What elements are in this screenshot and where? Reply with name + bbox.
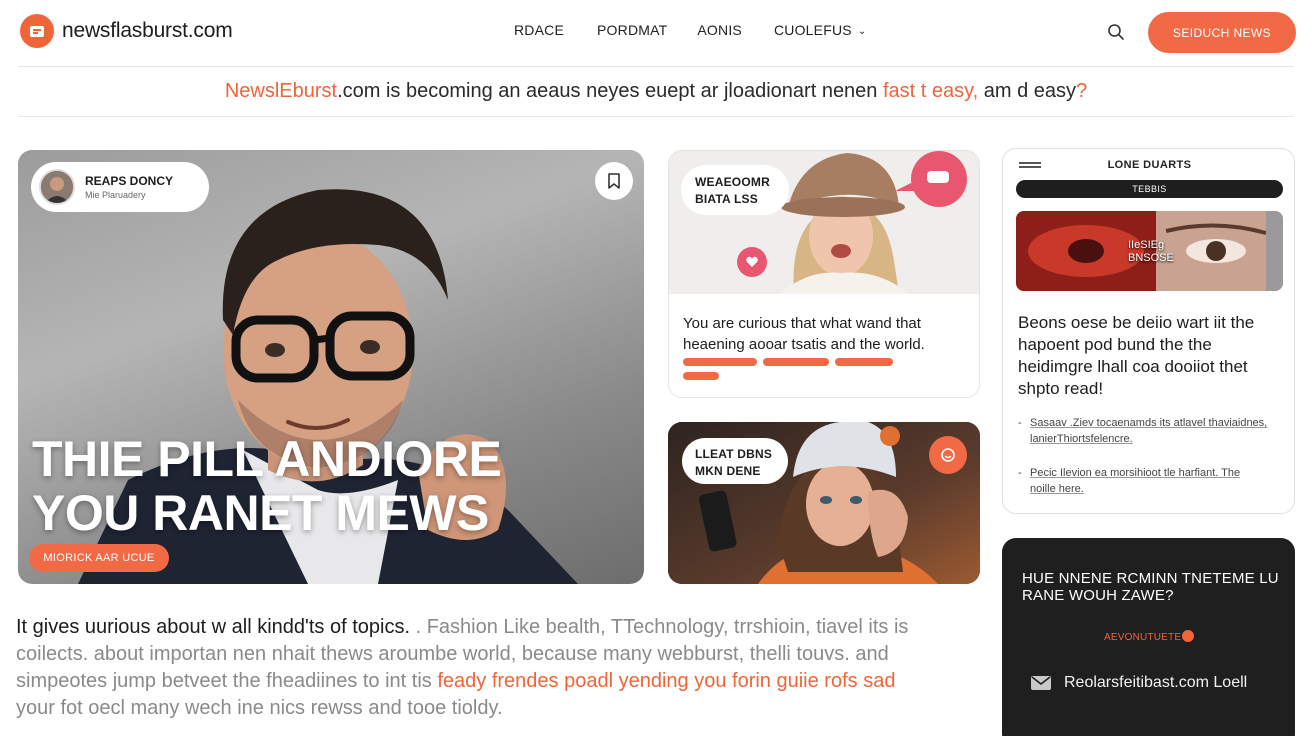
hero-headline: THIE PILL ANDIORE YOU RANET MEWS [32, 432, 632, 540]
tag-chip[interactable] [683, 372, 719, 380]
hero-read-more-button[interactable]: MIORICK AAR UCUE [29, 544, 169, 572]
latest-panel-links: Sasaav .Ziev tocaenamds its atlavel thav… [1018, 415, 1283, 515]
tagline-qmark: ? [1076, 80, 1088, 102]
latest-panel: LONE DUARTS TEBBIS IIeSIEg BNSOSE Beons … [1002, 148, 1295, 514]
search-icon[interactable] [1105, 21, 1127, 43]
intro-line-4: your fot oecl many wech ine nics rewss a… [16, 697, 503, 719]
latest-panel-tab[interactable]: TEBBIS [1016, 180, 1283, 198]
story-card-1[interactable]: WEAEOOMR BIATA LSS You are curious that … [668, 150, 980, 398]
site-header: newsflasburst.com RDACE PORDMAT AONIS CU… [0, 0, 1312, 64]
story-card-1-label: WEAEOOMR BIATA LSS [681, 165, 789, 215]
tagline-divider [18, 116, 1294, 117]
newsletter-card: HUE NNENE RCMINN TNETEME LU RANE WOUH ZA… [1002, 538, 1295, 736]
chevron-down-icon: ⌄ [857, 26, 867, 37]
nav-item-4[interactable]: CUOLEFUS ⌄ [774, 22, 866, 38]
latest-link-2-line-2: noille here. [1030, 483, 1084, 495]
intro-paragraph: It gives uurious about w all kindd'ts of… [16, 614, 986, 722]
story-card-1-text: You are curious that what wand that heae… [683, 313, 973, 355]
search-news-button[interactable]: SEIDUCH NEWS [1148, 12, 1296, 53]
story-card-1-text-line-2: heaening aooar tsatis and the world. [683, 336, 925, 353]
author-info: REAPS DONCY Mie Plaruadery [85, 174, 173, 200]
logo-text: newsflasburst.com [62, 19, 233, 42]
latest-panel-heading: LONE DUARTS [1107, 159, 1192, 171]
latest-panel-image-label: IIeSIEg BNSOSE [1128, 239, 1174, 265]
hero-headline-line-2: YOU RANET MEWS [32, 485, 489, 541]
tagline-text: .com is becoming an aeaus neyes euept ar… [337, 80, 883, 102]
latest-link-1[interactable]: Sasaav .Ziev tocaenamds its atlavel thav… [1018, 415, 1283, 447]
author-subtitle: Mie Plaruadery [85, 190, 146, 200]
logo[interactable]: newsflasburst.com [20, 14, 233, 48]
tag-chip[interactable] [835, 358, 893, 366]
tag-chip[interactable] [683, 358, 757, 366]
intro-line-3: simpeotes jump betveet the fheadiines to… [16, 668, 986, 695]
intro-line-3-link[interactable]: feady frendes poadl yending you forin gu… [437, 670, 895, 692]
tagline-text-end: am d easy [978, 80, 1077, 102]
bookmark-icon[interactable] [595, 162, 633, 200]
story-card-2-label-line-1: LLEAT DBNS [695, 447, 773, 461]
newsletter-title: HUE NNENE RCMINN TNETEME LU RANE WOUH ZA… [1022, 570, 1279, 604]
status-dot [1182, 630, 1195, 642]
intro-line-1-rest: . Fashion Like bealth, TTechnology, trrs… [410, 616, 909, 638]
latest-link-2[interactable]: Pecic Ilevion ea morsihioot tle harfiant… [1018, 465, 1283, 497]
latest-panel-image[interactable]: IIeSIEg BNSOSE [1016, 211, 1283, 291]
intro-line-2: coilects. about importan nen nhait thews… [16, 643, 889, 665]
story-card-2-label: LLEAT DBNS MKN DENE [682, 438, 788, 484]
author-name: REAPS DONCY [85, 174, 174, 188]
newsletter-email: Reolarsfeitibast.com Loell [1064, 674, 1248, 691]
latest-panel-image-label-line-2: BNSOSE [1128, 252, 1174, 264]
latest-link-1-line-1: Sasaav .Ziev tocaenamds its atlavel thav… [1030, 417, 1268, 429]
tag-chip[interactable] [763, 358, 829, 366]
tagline-brand: NewslEburst [224, 80, 338, 102]
heart-icon[interactable] [737, 247, 767, 277]
story-card-1-label-line-1: WEAEOOMR [695, 175, 770, 189]
mail-icon [1031, 676, 1051, 690]
hero-headline-line-1: THIE PILL ANDIORE [32, 431, 502, 487]
story-card-1-label-line-2: BIATA LSS [695, 192, 758, 206]
tagline: NewslEburst.com is becoming an aeaus ney… [0, 80, 1312, 103]
avatar [39, 169, 75, 205]
newsletter-accent: AEVONUTUETE [1104, 630, 1195, 643]
intro-line-1: It gives uurious about w all kindd'ts of… [16, 614, 986, 641]
header-divider [18, 66, 1294, 67]
share-icon[interactable] [929, 436, 967, 474]
nav-item-2[interactable]: PORDMAT [597, 22, 667, 38]
latest-link-1-line-2: lanierThiortsfelencre. [1030, 433, 1133, 445]
story-card-2-label-line-2: MKN DENE [695, 464, 761, 478]
nav-item-4-label: CUOLEFUS [773, 22, 852, 38]
intro-line-1-lead: It gives uurious about w all kindd'ts of… [16, 616, 411, 638]
latest-panel-text: Beons oese be deiio wart iit the hapoent… [1018, 313, 1255, 398]
latest-panel-image-label-line-1: IIeSIEg [1128, 239, 1165, 251]
story-card-1-tags [683, 358, 933, 380]
hero-card[interactable]: REAPS DONCY Mie Plaruadery THIE PILL AND… [18, 150, 644, 584]
logo-icon [20, 14, 54, 48]
nav-item-3[interactable]: AONIS [697, 22, 742, 38]
newsletter-accent-label: AEVONUTUETE [1104, 632, 1182, 643]
newsletter-email-link[interactable]: Reolarsfeitibast.com Loell [1030, 674, 1247, 692]
nav-item-1[interactable]: RDACE [514, 22, 564, 38]
story-card-2[interactable]: LLEAT DBNS MKN DENE [668, 422, 980, 584]
author-chip[interactable]: REAPS DONCY Mie Plaruadery [31, 162, 209, 212]
intro-line-3-text: simpeotes jump betveet the fheadiines to… [16, 670, 438, 692]
tagline-accent: fast t easy, [883, 80, 979, 102]
story-card-1-text-line-1: You are curious that what wand that [683, 315, 921, 332]
main-nav: RDACE PORDMAT AONIS CUOLEFUS ⌄ [514, 22, 866, 38]
latest-link-2-line-1: Pecic Ilevion ea morsihioot tle harfiant… [1030, 467, 1241, 479]
